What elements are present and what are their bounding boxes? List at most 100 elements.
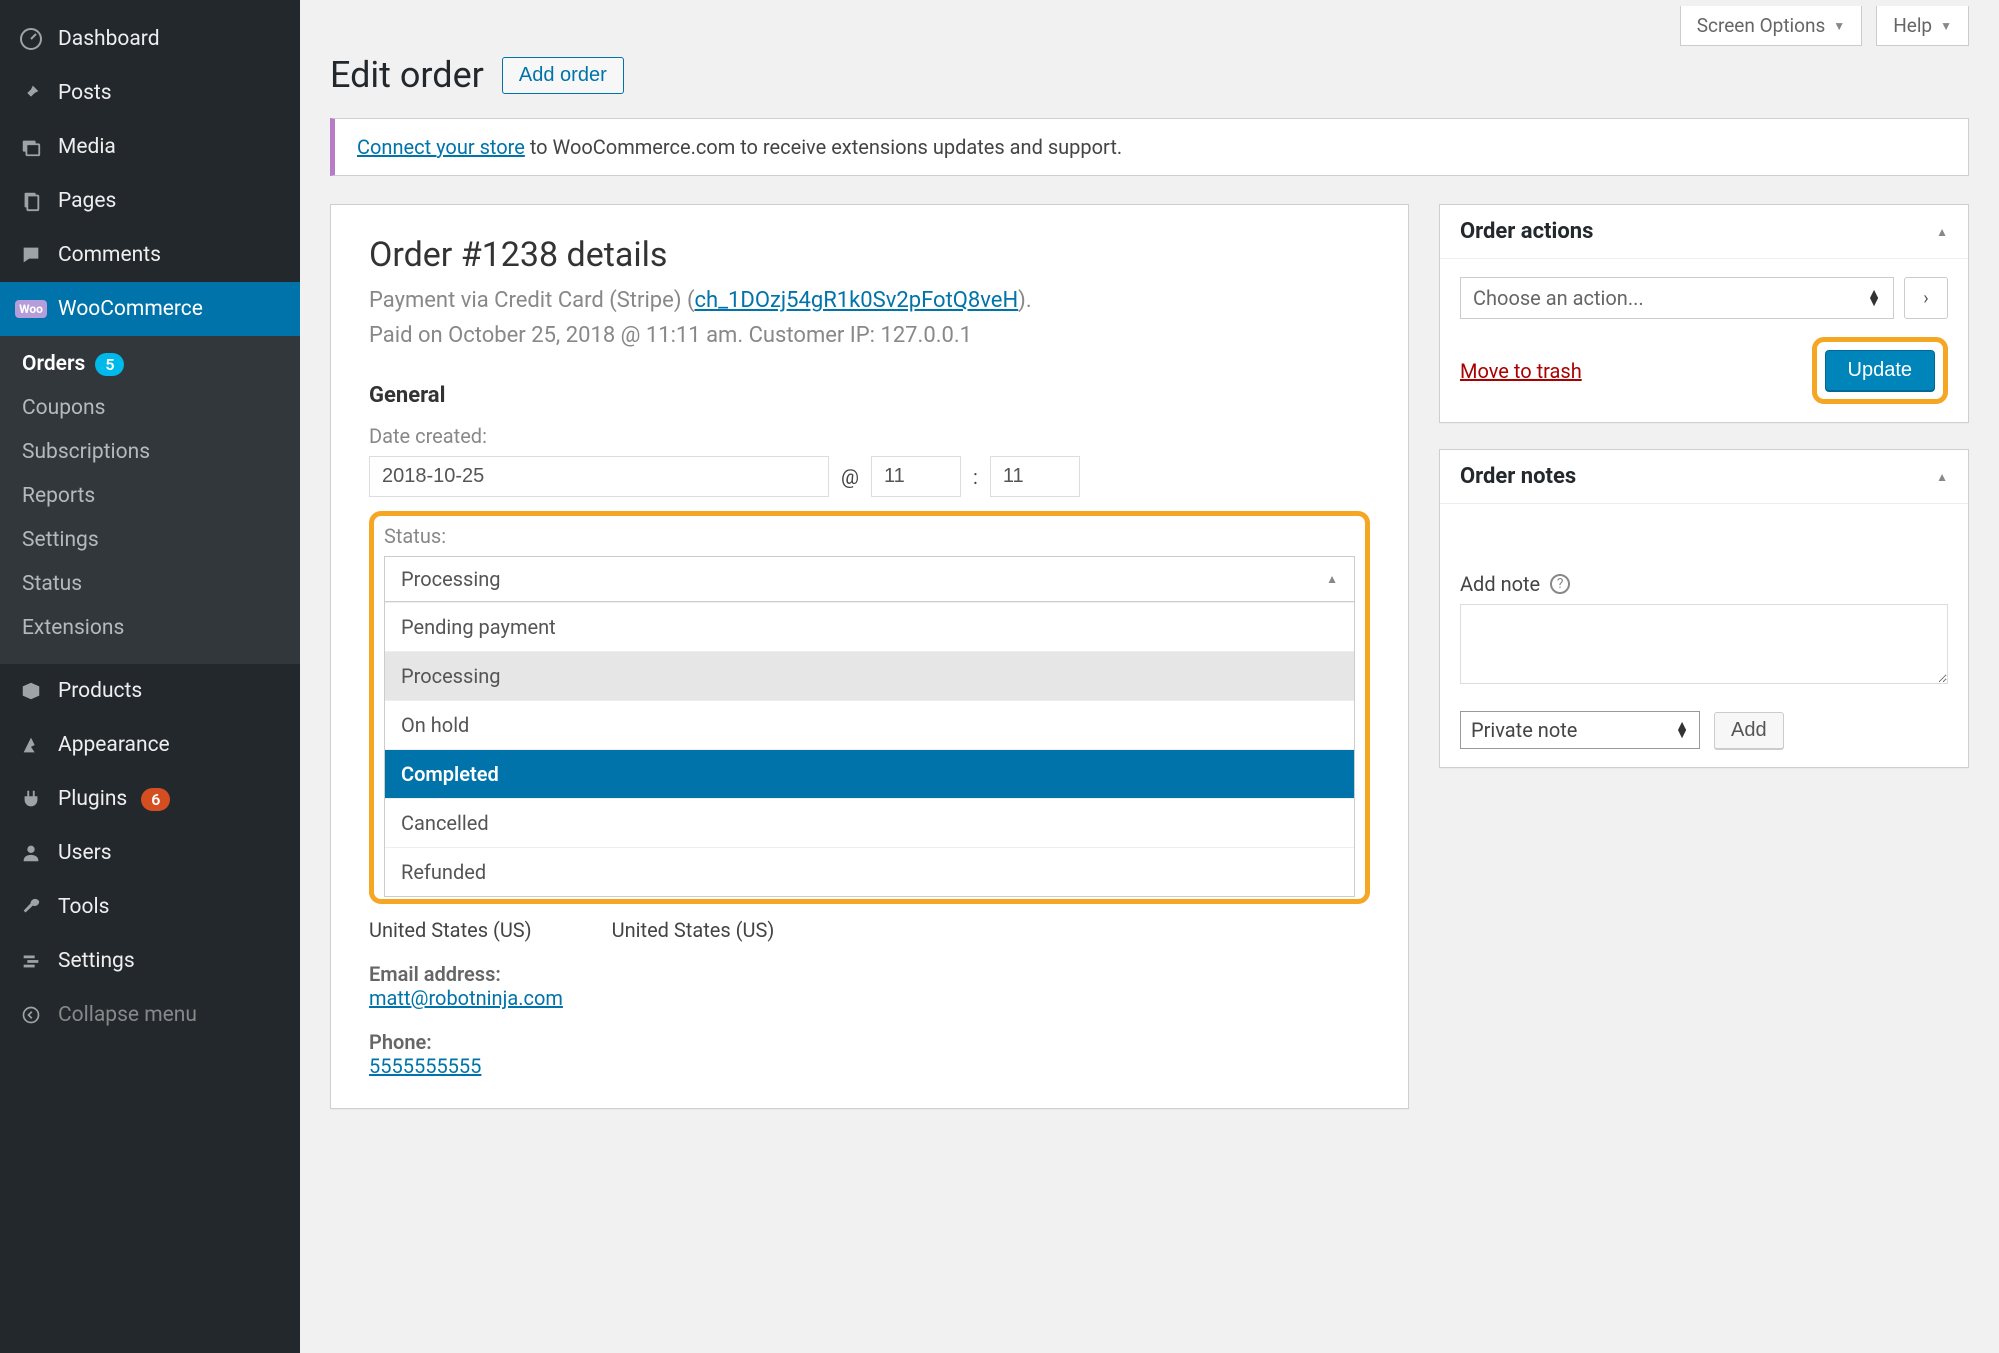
help-tab[interactable]: Help ▼ xyxy=(1876,6,1969,46)
subnav-status[interactable]: Status xyxy=(0,562,300,606)
nav-label: Appearance xyxy=(58,733,170,757)
status-select[interactable]: Processing ▲ xyxy=(384,556,1355,602)
subnav-label: Reports xyxy=(22,484,95,508)
admin-sidebar: Dashboard Posts Media Pages Comments xyxy=(0,0,300,1353)
status-option-completed[interactable]: Completed xyxy=(385,749,1354,798)
subnav-orders[interactable]: Orders 5 xyxy=(0,342,300,386)
note-type-select[interactable]: Private note ▲▼ xyxy=(1460,711,1700,749)
nav-dashboard[interactable]: Dashboard xyxy=(0,12,300,66)
nav-tools[interactable]: Tools xyxy=(0,880,300,934)
media-icon xyxy=(18,134,44,160)
notice-text: to WooCommerce.com to receive extensions… xyxy=(525,135,1122,159)
email-label: Email address: xyxy=(369,962,1370,986)
customer-phone-link[interactable]: 5555555555 xyxy=(369,1054,481,1078)
status-dropdown: Pending payment Processing On hold Compl… xyxy=(384,602,1355,897)
nav-posts[interactable]: Posts xyxy=(0,66,300,120)
plugins-count-badge: 6 xyxy=(141,788,170,811)
customer-email-link[interactable]: matt@robotninja.com xyxy=(369,986,563,1010)
nav-products[interactable]: Products xyxy=(0,664,300,718)
nav-label: Posts xyxy=(58,81,112,105)
caret-down-icon: ▼ xyxy=(1833,19,1845,33)
add-note-label: Add note xyxy=(1460,572,1540,596)
dashboard-icon xyxy=(18,26,44,52)
nav-label: Tools xyxy=(58,895,109,919)
status-option-onhold[interactable]: On hold xyxy=(385,700,1354,749)
add-note-button[interactable]: Add xyxy=(1714,712,1784,749)
status-highlight: Status: Processing ▲ Pending payment Pro… xyxy=(369,511,1370,904)
nav-label: Comments xyxy=(58,243,161,267)
payment-post: ). xyxy=(1018,288,1031,313)
page-title: Edit order xyxy=(330,54,484,96)
pages-icon xyxy=(18,188,44,214)
hour-input[interactable] xyxy=(871,456,961,497)
nav-settings[interactable]: Settings xyxy=(0,934,300,988)
nav-users[interactable]: Users xyxy=(0,826,300,880)
order-notes-header[interactable]: Order notes ▲ xyxy=(1440,450,1968,504)
time-colon: : xyxy=(973,465,978,489)
update-button[interactable]: Update xyxy=(1825,350,1936,391)
nav-pages[interactable]: Pages xyxy=(0,174,300,228)
screen-options-tab[interactable]: Screen Options ▼ xyxy=(1680,6,1862,46)
order-actions-title: Order actions xyxy=(1460,219,1593,244)
updown-icon: ▲▼ xyxy=(1867,290,1881,306)
order-actions-header[interactable]: Order actions ▲ xyxy=(1440,205,1968,259)
nav-appearance[interactable]: Appearance xyxy=(0,718,300,772)
subnav-label: Extensions xyxy=(22,616,124,640)
nav-comments[interactable]: Comments xyxy=(0,228,300,282)
settings-icon xyxy=(18,948,44,974)
status-option-pending[interactable]: Pending payment xyxy=(385,602,1354,651)
shipping-country: United States (US) xyxy=(612,918,775,942)
screen-options-label: Screen Options xyxy=(1697,14,1826,37)
apply-action-button[interactable]: › xyxy=(1904,277,1948,319)
subnav-subscriptions[interactable]: Subscriptions xyxy=(0,430,300,474)
nav-media[interactable]: Media xyxy=(0,120,300,174)
general-heading: General xyxy=(369,383,1370,408)
help-label: Help xyxy=(1893,14,1932,37)
subnav-coupons[interactable]: Coupons xyxy=(0,386,300,430)
nav-label: Settings xyxy=(58,949,135,973)
subnav-label: Coupons xyxy=(22,396,105,420)
nav-label: WooCommerce xyxy=(58,297,203,321)
top-tabs: Screen Options ▼ Help ▼ xyxy=(330,0,1969,46)
nav-label: Users xyxy=(58,841,112,865)
collapse-icon xyxy=(18,1002,44,1028)
nav-plugins[interactable]: Plugins 6 xyxy=(0,772,300,826)
date-input[interactable] xyxy=(369,456,829,497)
status-option-cancelled[interactable]: Cancelled xyxy=(385,798,1354,847)
subnav-label: Settings xyxy=(22,528,99,552)
toggle-icon: ▲ xyxy=(1936,225,1948,239)
subnav-settings[interactable]: Settings xyxy=(0,518,300,562)
collapse-label: Collapse menu xyxy=(58,1003,197,1027)
pin-icon xyxy=(18,80,44,106)
nav-label: Products xyxy=(58,679,142,703)
minute-input[interactable] xyxy=(990,456,1080,497)
subnav-extensions[interactable]: Extensions xyxy=(0,606,300,650)
payment-pre: Payment via Credit Card (Stripe) ( xyxy=(369,288,694,313)
billing-country: United States (US) xyxy=(369,918,532,942)
toggle-icon: ▲ xyxy=(1936,470,1948,484)
connect-store-notice: Connect your store to WooCommerce.com to… xyxy=(330,118,1969,176)
help-icon[interactable]: ? xyxy=(1550,574,1570,594)
stripe-charge-link[interactable]: ch_1DOzj54gR1k0Sv2pFotQ8veH xyxy=(694,288,1018,313)
subnav-reports[interactable]: Reports xyxy=(0,474,300,518)
move-to-trash-link[interactable]: Move to trash xyxy=(1460,359,1582,383)
nav-woocommerce[interactable]: Woo WooCommerce xyxy=(0,282,300,336)
note-textarea[interactable] xyxy=(1460,604,1948,684)
order-details-card: Order #1238 details Payment via Credit C… xyxy=(330,204,1409,1109)
users-icon xyxy=(18,840,44,866)
nav-label: Pages xyxy=(58,189,116,213)
caret-up-icon: ▲ xyxy=(1326,572,1338,586)
status-option-processing[interactable]: Processing xyxy=(385,651,1354,700)
orders-count-badge: 5 xyxy=(95,353,124,376)
tools-icon xyxy=(18,894,44,920)
order-action-placeholder: Choose an action... xyxy=(1473,286,1644,310)
connect-store-link[interactable]: Connect your store xyxy=(357,135,525,159)
collapse-menu[interactable]: Collapse menu xyxy=(0,988,300,1042)
subnav-label: Status xyxy=(22,572,82,596)
order-actions-metabox: Order actions ▲ Choose an action... ▲▼ › xyxy=(1439,204,1969,423)
add-order-button[interactable]: Add order xyxy=(502,57,624,94)
chevron-right-icon: › xyxy=(1923,288,1928,309)
order-notes-title: Order notes xyxy=(1460,464,1576,489)
status-option-refunded[interactable]: Refunded xyxy=(385,847,1354,896)
order-action-select[interactable]: Choose an action... ▲▼ xyxy=(1460,277,1894,319)
